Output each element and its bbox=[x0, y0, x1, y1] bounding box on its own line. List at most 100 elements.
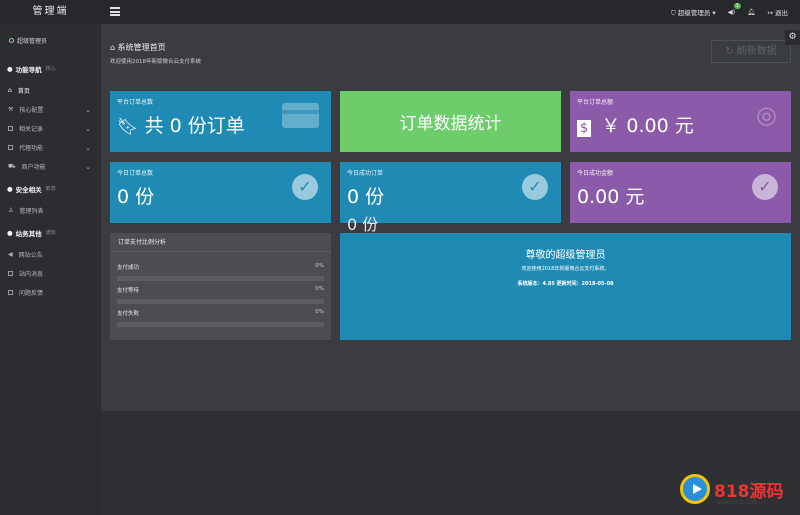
progress-bar bbox=[117, 299, 324, 304]
page-subtitle: 欢迎使用2018年新版微合云支付系统 bbox=[110, 59, 201, 65]
section-tag: 敏感 bbox=[45, 186, 56, 192]
cart-icon: ⛟ bbox=[8, 162, 16, 170]
sidebar-item-merchant[interactable]: ⛟ 商户功能 ⌄ bbox=[0, 157, 101, 176]
sidebar-item-label: 管理列表 bbox=[19, 208, 44, 215]
tile-platform-amount: 平台订单总额 $ ￥ 0.00 元 ◎ bbox=[570, 91, 791, 152]
progress-percent: 0% bbox=[315, 286, 324, 292]
progress-percent: 0% bbox=[315, 309, 324, 315]
welcome-title: 尊敬的超级管理员 bbox=[525, 250, 606, 261]
speaker-icon: ◀ bbox=[8, 251, 13, 258]
section-tag: 通知 bbox=[45, 230, 56, 236]
sidebar-item-label: 问题反馈 bbox=[19, 290, 44, 297]
sidebar-user-label: 超级管理员 bbox=[17, 37, 48, 45]
refresh-button[interactable]: ↻ 刷新数据 bbox=[711, 40, 791, 63]
wrench-icon: ⚒ bbox=[8, 106, 14, 113]
refresh-icon: ↻ bbox=[725, 46, 734, 57]
notification-badge: 1 bbox=[733, 3, 741, 9]
home-icon: ⌂ bbox=[8, 87, 12, 94]
welcome-panel: 尊敬的超级管理员 欢迎使用2018年新版微合云支付系统。 系统版本：4.85 更… bbox=[340, 233, 791, 340]
sidebar-item-label: 网站公告 bbox=[18, 252, 43, 259]
ghost-value-text: 0 份 bbox=[347, 215, 379, 234]
caret-down-icon: ▾ bbox=[712, 8, 716, 17]
page-title-text: 系统管理首页 bbox=[117, 43, 166, 52]
tile-stats-label: 订单数据统计 bbox=[399, 114, 502, 134]
watermark-text: 818源码 bbox=[714, 481, 784, 502]
user-icon: ♙ bbox=[8, 207, 14, 214]
sidebar-user: 超级管理员 bbox=[0, 24, 101, 56]
sidebar-item-label: 代理功能 bbox=[19, 145, 44, 152]
chevron-down-icon: ⌄ bbox=[85, 124, 91, 133]
logout-icon: ↦ bbox=[767, 9, 773, 17]
progress-percent: 0% bbox=[315, 263, 324, 269]
sidebar-item-label: 首页 bbox=[17, 88, 30, 95]
section-tag: 核心 bbox=[45, 66, 56, 72]
online-status-icon bbox=[9, 37, 14, 43]
circle-icon: ● bbox=[7, 64, 13, 73]
sidebar-item-core-config[interactable]: ⚒ 核心配置 ⌄ bbox=[0, 100, 101, 119]
progress-bar bbox=[117, 322, 324, 327]
welcome-subtitle: 欢迎使用2018年新版微合云支付系统。 bbox=[521, 266, 610, 272]
bookmark-icon: 🔖︎ bbox=[117, 117, 139, 137]
section-title: 安全相关 bbox=[15, 185, 42, 194]
tile-platform-orders: 平台订单总数 🔖︎ 共 0 份订单 bbox=[110, 91, 331, 152]
progress-bar bbox=[117, 276, 324, 281]
section-title: 站务其他 bbox=[15, 229, 42, 238]
progress-row: 支付失败 0% bbox=[117, 309, 324, 327]
credit-card-icon bbox=[282, 103, 319, 128]
sidebar-item-label: 站内消息 bbox=[19, 271, 44, 278]
sidebar-item-records[interactable]: 相关记录 ⌄ bbox=[0, 119, 101, 138]
check-circle-icon: ✓ bbox=[752, 174, 778, 200]
progress-label: 支付等待 bbox=[117, 288, 140, 294]
brand-title: 管理端 bbox=[32, 6, 69, 17]
chevron-down-icon: ⌄ bbox=[85, 143, 91, 152]
sidebar-item-label: 商户功能 bbox=[21, 164, 46, 171]
check-circle-icon: ✓ bbox=[522, 174, 548, 200]
top-right-area: ⛉ 超级管理员 ▾ ◀) 1 🔔︎ ↦ 退出 bbox=[671, 0, 788, 24]
section-title: 功能导航 bbox=[15, 65, 42, 74]
notification-button[interactable]: ◀) 1 bbox=[728, 3, 741, 16]
tile-value: 🔖︎ 共 0 份订单 bbox=[117, 111, 245, 138]
progress-row: 支付等待 0% bbox=[117, 286, 324, 304]
progress-row: 支付成功 0% bbox=[117, 263, 324, 281]
watermark: 818源码 www.Q818.COM bbox=[680, 474, 784, 506]
top-bar: 管理端 ⛉ 超级管理员 ▾ ◀) 1 🔔︎ ↦ 退出 bbox=[0, 0, 800, 24]
tile-value: $ ￥ 0.00 元 bbox=[577, 111, 694, 138]
watermark-url: www.Q818.COM bbox=[717, 500, 758, 506]
list-icon bbox=[8, 126, 13, 131]
feedback-icon bbox=[8, 290, 13, 295]
version-info: 系统版本：4.85 更新时间：2018-05-08 bbox=[517, 281, 614, 287]
sidebar: 超级管理员 ● 功能导航 核心 ⌂ 首页 ⚒ 核心配置 ⌄ 相关记录 ⌄ 代理功… bbox=[0, 24, 101, 515]
menu-toggle-icon[interactable] bbox=[110, 7, 120, 16]
sidebar-item-messages[interactable]: 站内消息 bbox=[0, 264, 101, 283]
circle-icon: ● bbox=[7, 228, 13, 237]
sidebar-item-admin-list[interactable]: ♙ 管理列表 bbox=[0, 201, 101, 220]
user-menu[interactable]: ⛉ 超级管理员 ▾ bbox=[671, 7, 716, 18]
bell-icon[interactable]: 🔔︎ bbox=[747, 8, 755, 16]
sidebar-item-feedback[interactable]: 问题反馈 bbox=[0, 283, 101, 302]
tile-order-stats[interactable]: 订单数据统计 bbox=[340, 91, 561, 152]
circle-icon: ● bbox=[7, 184, 13, 193]
tile-today-orders: 今日订单总数 0 份 ✓ bbox=[110, 162, 331, 223]
lifebuoy-icon: ◎ bbox=[756, 101, 777, 129]
tile-value-text: ￥ 0.00 元 bbox=[601, 115, 694, 137]
tile-value: 0.00 元 bbox=[577, 186, 645, 208]
sidebar-item-label: 相关记录 bbox=[19, 126, 44, 133]
section-security: ● 安全相关 敏感 bbox=[0, 176, 101, 201]
tile-value-text: 共 0 份订单 bbox=[144, 115, 245, 137]
grid-icon bbox=[8, 145, 13, 150]
gear-icon[interactable]: ⚙ bbox=[785, 30, 800, 45]
tile-value: 0 份 bbox=[117, 186, 155, 208]
tile-label: 今日成功订单 bbox=[347, 170, 384, 177]
logout-button[interactable]: ↦ 退出 bbox=[767, 7, 788, 17]
home-icon: ⌂ bbox=[110, 43, 116, 52]
tile-today-amount: 今日成功金额 0.00 元 ✓ bbox=[570, 162, 791, 223]
play-logo-icon bbox=[680, 474, 710, 504]
sidebar-item-agent[interactable]: 代理功能 ⌄ bbox=[0, 138, 101, 157]
progress-label: 支付成功 bbox=[117, 265, 140, 271]
shield-icon: ⛉ bbox=[670, 8, 676, 17]
sidebar-item-home[interactable]: ⌂ 首页 bbox=[0, 81, 101, 100]
user-menu-label: 超级管理员 bbox=[677, 8, 711, 17]
payment-analysis-panel: 订单支付比例分析 支付成功 0% 支付等待 0% 支付失败 0% bbox=[110, 233, 331, 340]
sidebar-item-label: 核心配置 bbox=[19, 107, 44, 114]
sidebar-item-announcement[interactable]: ◀ 网站公告 bbox=[0, 245, 101, 264]
